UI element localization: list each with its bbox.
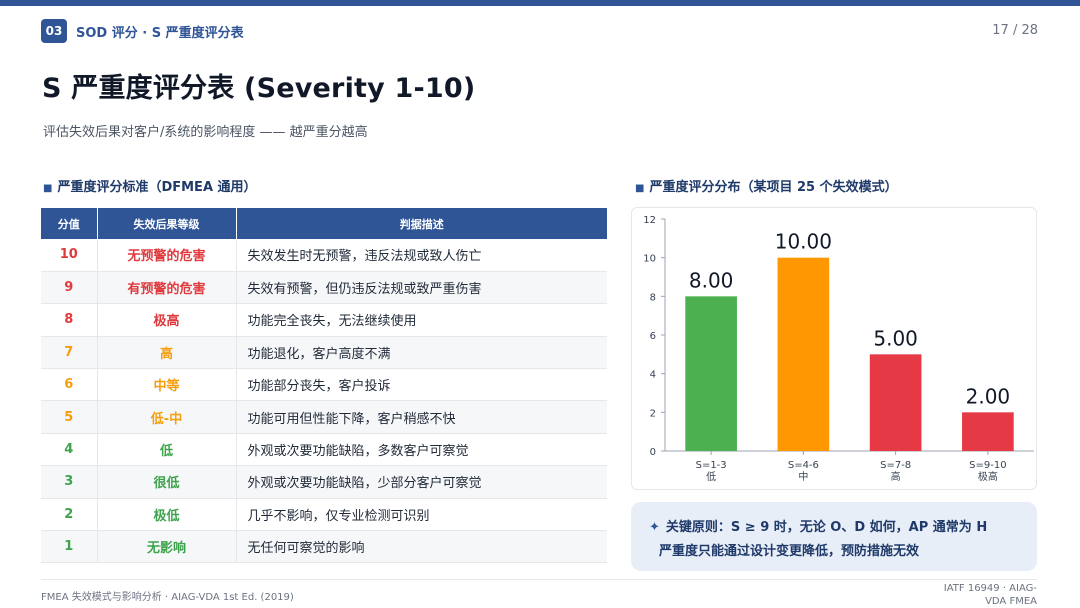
severity-score-cell: 7 xyxy=(41,336,98,370)
x-tick-label: S=1-3 xyxy=(696,460,727,471)
section-number-badge: 03 xyxy=(41,19,67,43)
severity-score-cell: 10 xyxy=(41,239,98,272)
severity-description-cell: 无任何可察觉的影响 xyxy=(236,530,607,564)
severity-description-cell: 功能完全丧失，无法继续使用 xyxy=(236,303,607,337)
severity-level-cell: 低-中 xyxy=(97,400,237,434)
note-line-1-text: 关键原则：S ≥ 9 时，无论 O、D 如何，AP 通常为 H xyxy=(665,520,988,535)
severity-description-cell: 失效发生时无预警，违反法规或致人伤亡 xyxy=(236,239,607,272)
severity-score-cell: 5 xyxy=(41,400,98,434)
bar-data-label: 2.00 xyxy=(966,384,1011,408)
bar-data-label: 10.00 xyxy=(775,230,832,254)
table-row: 6 中等 功能部分丧失，客户投诉 xyxy=(41,368,607,402)
table-row: 2 极低 几乎不影响，仅专业检测可识别 xyxy=(41,498,607,532)
severity-level-cell: 极高 xyxy=(97,303,237,337)
table-row: 4 低外观或次要功能缺陷，多数客户可察觉 xyxy=(41,433,607,467)
y-tick-label: 4 xyxy=(650,370,656,381)
severity-level-cell: 很低 xyxy=(97,465,237,499)
severity-description-cell: 失效有预警，但仍违反法规或致严重伤害 xyxy=(236,271,607,305)
x-tick-label: 低 xyxy=(706,470,716,483)
severity-level-cell: 无影响 xyxy=(97,530,237,564)
footer-standard-line-1: IATF 16949 · AIAG- xyxy=(943,583,1037,594)
section-title: SOD 评分 · S 严重度评分表 xyxy=(76,26,244,41)
table-row: 5 低-中 功能可用但性能下降，客户稍感不快 xyxy=(41,400,607,434)
table-row: 3 很低 外观或次要功能缺陷，少部分客户可察觉 xyxy=(41,465,607,499)
column-header-description: 判据描述 xyxy=(236,208,607,239)
y-tick-label: 10 xyxy=(643,254,656,265)
severity-score-cell: 3 xyxy=(41,465,98,499)
top-accent-bar xyxy=(0,0,1080,6)
square-bullet-icon: ■ xyxy=(43,183,53,194)
severity-level-cell: 中等 xyxy=(97,368,237,402)
chart-panel-title-text: 严重度评分分布（某项目 25 个失效模式） xyxy=(649,180,898,195)
note-line-2: 严重度只能通过设计变更降低，预防措施无效 xyxy=(659,544,920,559)
table-row: 7 高功能退化，客户高度不满 xyxy=(41,336,607,370)
severity-table-body: 10 无预警的危害 失效发生时无预警，违反法规或致人伤亡 9 有预警的危害 失效有预警，但… xyxy=(41,239,607,564)
table-panel-title: ■ 严重度评分标准（DFMEA 通用） xyxy=(43,176,257,195)
chart-panel-title: ■ 严重度评分分布（某项目 25 个失效模式） xyxy=(635,176,898,195)
severity-table: 分值 失效后果等级 判据描述 10 无预警的危害 失效发生时无预警，违反法规或致人伤… xyxy=(41,208,607,564)
severity-score-cell: 2 xyxy=(41,498,98,532)
bar xyxy=(962,412,1014,451)
y-tick-label: 0 xyxy=(650,447,656,458)
footer-standard: IATF 16949 · AIAG- VDA FMEA xyxy=(927,582,1037,608)
y-tick-label: 2 xyxy=(650,408,656,419)
severity-score-cell: 4 xyxy=(41,433,98,467)
y-tick-label: 8 xyxy=(650,292,656,303)
bar-data-label: 8.00 xyxy=(689,268,734,292)
table-row: 10 无预警的危害 失效发生时无预警，违反法规或致人伤亡 xyxy=(41,239,607,272)
x-tick-label: S=9-10 xyxy=(969,460,1006,471)
severity-score-cell: 8 xyxy=(41,303,98,337)
bar xyxy=(777,257,830,451)
page-title: S 严重度评分表 (Severity 1-10) xyxy=(42,73,476,104)
table-panel-title-text: 严重度评分标准（DFMEA 通用） xyxy=(57,180,257,195)
sparkle-icon: ✦ xyxy=(649,520,660,535)
key-principle-note: ✦ 关键原则：S ≥ 9 时，无论 O、D 如何，AP 通常为 H 严重度只能通过… xyxy=(631,502,1037,571)
table-header-row: 分值 失效后果等级 判据描述 xyxy=(41,208,607,239)
table-row: 1 无影响 无任何可察觉的影响 xyxy=(41,530,607,564)
severity-score-cell: 6 xyxy=(41,368,98,402)
x-tick-label: 极高 xyxy=(978,470,998,483)
page-subtitle: 评估失效后果对客户/系统的影响程度 —— 越严重分越高 xyxy=(43,125,368,140)
severity-description-cell: 外观或次要功能缺陷，多数客户可察觉 xyxy=(236,433,607,467)
bar xyxy=(685,296,737,451)
footer-divider xyxy=(41,579,1037,580)
column-header-score: 分值 xyxy=(41,208,98,239)
severity-description-cell: 几乎不影响，仅专业检测可识别 xyxy=(236,498,607,532)
severity-level-cell: 高 xyxy=(97,336,237,370)
table-row: 8 极高 功能完全丧失，无法继续使用 xyxy=(41,303,607,337)
severity-distribution-chart-card: 0 2 4 6 8 10 12 8.00 S=1-3 低 10.00 S=4-6 中 5.00 S=7-8 高… xyxy=(631,207,1037,490)
severity-level-cell: 有预警的危害 xyxy=(97,271,237,305)
bar xyxy=(869,354,922,451)
severity-description-cell: 功能部分丧失，客户投诉 xyxy=(236,368,607,402)
severity-description-cell: 功能可用但性能下降，客户稍感不快 xyxy=(236,400,607,434)
table-row: 9 有预警的危害 失效有预警，但仍违反法规或致严重伤害 xyxy=(41,271,607,305)
footer-standard-line-2: VDA FMEA xyxy=(985,596,1037,607)
y-tick-label: 6 xyxy=(650,331,656,342)
severity-level-cell: 低 xyxy=(97,433,237,467)
severity-score-cell: 9 xyxy=(41,271,98,305)
square-bullet-icon: ■ xyxy=(635,183,645,194)
note-line-1: ✦ 关键原则：S ≥ 9 时，无论 O、D 如何，AP 通常为 H xyxy=(649,516,1019,540)
column-header-level: 失效后果等级 xyxy=(97,208,237,239)
severity-description-cell: 外观或次要功能缺陷，少部分客户可察觉 xyxy=(236,465,607,499)
severity-level-cell: 无预警的危害 xyxy=(97,239,237,272)
x-tick-label: S=4-6 xyxy=(788,460,819,471)
x-tick-label: S=7-8 xyxy=(880,460,911,471)
x-tick-label: 高 xyxy=(891,470,901,483)
severity-distribution-chart: 0 2 4 6 8 10 12 8.00 S=1-3低 10.00 S=4-6中 5.00 S=7-8高… xyxy=(643,215,1034,483)
severity-level-cell: 极低 xyxy=(97,498,237,532)
bar-data-label: 5.00 xyxy=(873,326,918,350)
severity-score-cell: 1 xyxy=(41,530,98,564)
severity-description-cell: 功能退化，客户高度不满 xyxy=(236,336,607,370)
y-tick-label: 12 xyxy=(643,215,656,226)
footer-source: FMEA 失效模式与影响分析 · AIAG-VDA 1st Ed. (2019) xyxy=(41,592,294,603)
page-indicator: 17 / 28 xyxy=(992,23,1038,38)
x-tick-label: 中 xyxy=(798,470,808,483)
